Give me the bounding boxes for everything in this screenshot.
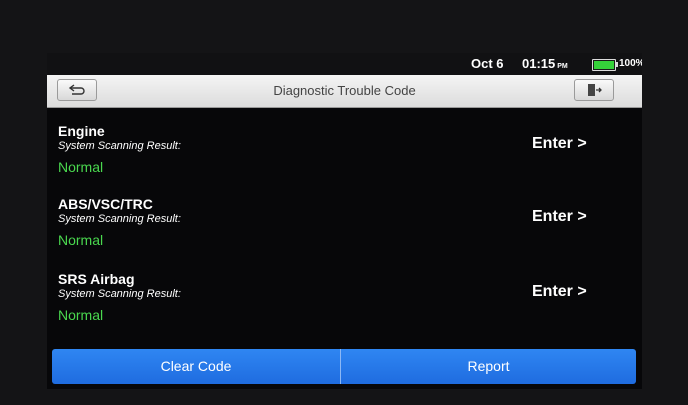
battery-tip — [616, 62, 618, 67]
status-bar: Oct 6 01:15PM 100% — [47, 53, 642, 75]
system-subtitle: System Scanning Result: — [58, 140, 181, 152]
system-row-abs[interactable]: ABS/VSC/TRC System Scanning Result: Norm… — [47, 196, 642, 270]
enter-button-srs[interactable]: Enter > — [532, 283, 587, 301]
exit-icon — [588, 84, 602, 96]
device-screen: Oct 6 01:15PM 100% Diagnostic Trouble Co… — [47, 53, 642, 389]
clear-code-button[interactable]: Clear Code — [52, 349, 340, 384]
bottom-action-bar: Clear Code Report — [52, 349, 636, 384]
status-ampm: PM — [557, 63, 568, 70]
battery-percent: 100% — [619, 58, 642, 69]
exit-button[interactable] — [574, 79, 614, 101]
report-button[interactable]: Report — [341, 349, 636, 384]
system-subtitle: System Scanning Result: — [58, 213, 181, 225]
title-bar: Diagnostic Trouble Code — [47, 75, 642, 108]
status-time-value: 01:15 — [522, 56, 556, 71]
system-subtitle: System Scanning Result: — [58, 288, 181, 300]
system-name: Engine — [58, 123, 105, 139]
system-row-engine[interactable]: Engine System Scanning Result: Normal En… — [47, 123, 642, 197]
system-status: Normal — [58, 232, 104, 248]
system-status: Normal — [58, 159, 104, 175]
status-time: 01:15 PM — [522, 56, 568, 71]
system-name: SRS Airbag — [58, 271, 135, 287]
system-row-srs[interactable]: SRS Airbag System Scanning Result: Norma… — [47, 271, 642, 345]
battery-icon — [592, 59, 616, 71]
battery-fill — [594, 61, 614, 69]
status-date: Oct 6 — [471, 56, 504, 71]
enter-button-engine[interactable]: Enter > — [532, 135, 587, 153]
system-name: ABS/VSC/TRC — [58, 196, 153, 212]
system-status: Normal — [58, 307, 104, 323]
page-title: Diagnostic Trouble Code — [273, 83, 416, 98]
device-bezel: Oct 6 01:15PM 100% Diagnostic Trouble Co… — [0, 0, 688, 405]
enter-button-abs[interactable]: Enter > — [532, 208, 587, 226]
